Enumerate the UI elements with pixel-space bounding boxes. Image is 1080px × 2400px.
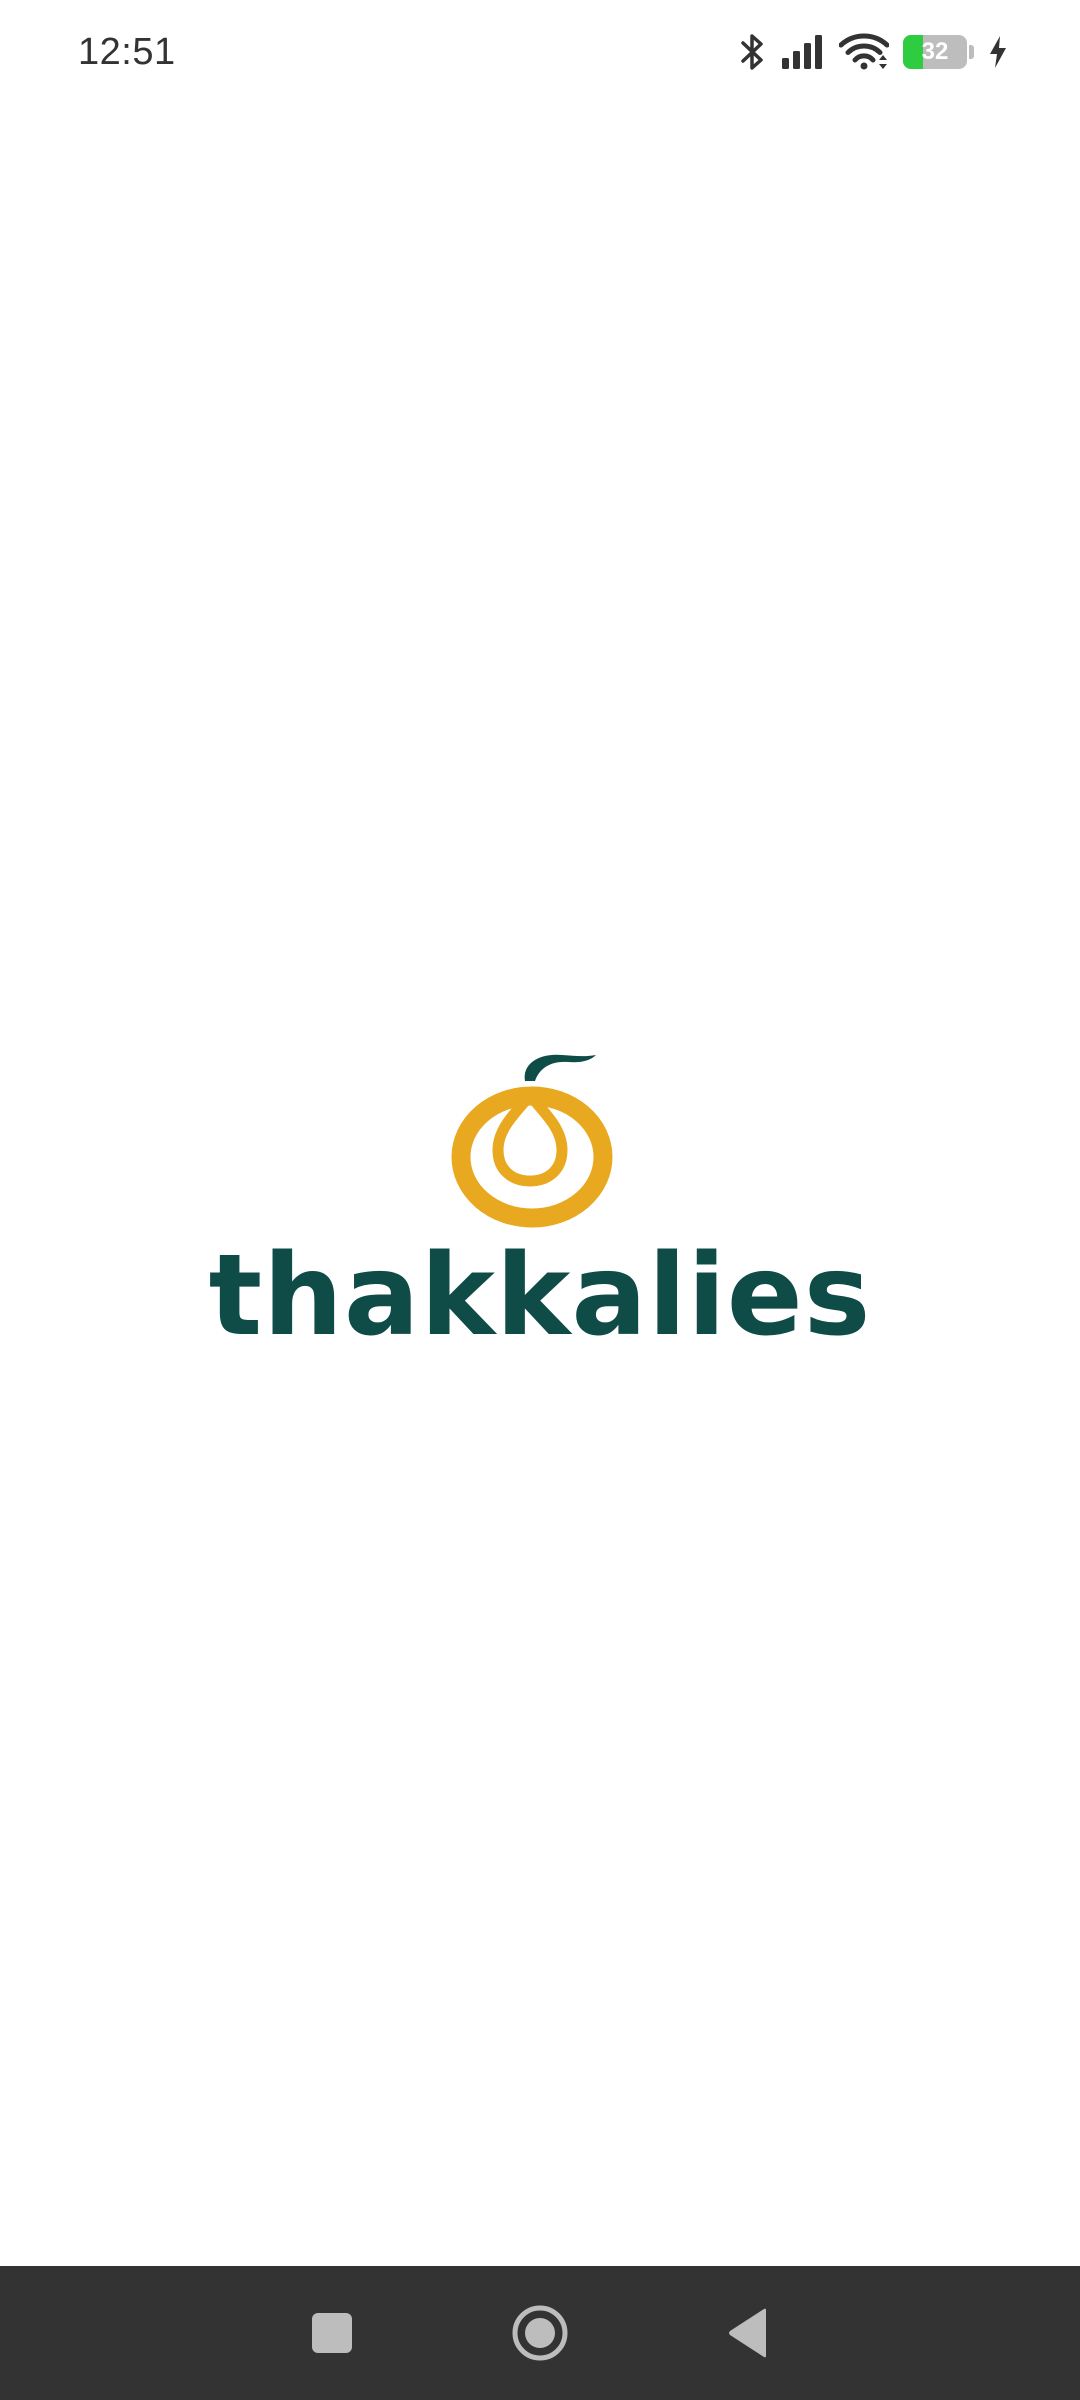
circle-icon <box>512 2305 568 2361</box>
home-button[interactable] <box>465 2278 615 2388</box>
brand-name: thakkalies <box>208 1231 872 1361</box>
triangle-back-icon <box>729 2308 766 2358</box>
charging-icon <box>988 35 1008 69</box>
wifi-icon <box>839 33 889 71</box>
back-button[interactable] <box>673 2278 823 2388</box>
status-icons: 32 <box>739 32 1008 72</box>
status-time: 12:51 <box>78 30 176 73</box>
signal-icon <box>781 34 825 70</box>
bluetooth-icon <box>739 32 767 72</box>
tomato-logo-icon <box>451 1054 613 1228</box>
battery-level: 32 <box>921 38 949 65</box>
recents-button[interactable] <box>257 2278 407 2388</box>
square-icon <box>312 2313 352 2353</box>
status-bar: 12:51 32 <box>0 0 1080 104</box>
battery-tip <box>969 45 974 59</box>
battery-icon: 32 <box>903 35 967 69</box>
navigation-bar <box>0 2266 1080 2400</box>
splash-logo: thakkalies <box>0 1045 1080 1352</box>
